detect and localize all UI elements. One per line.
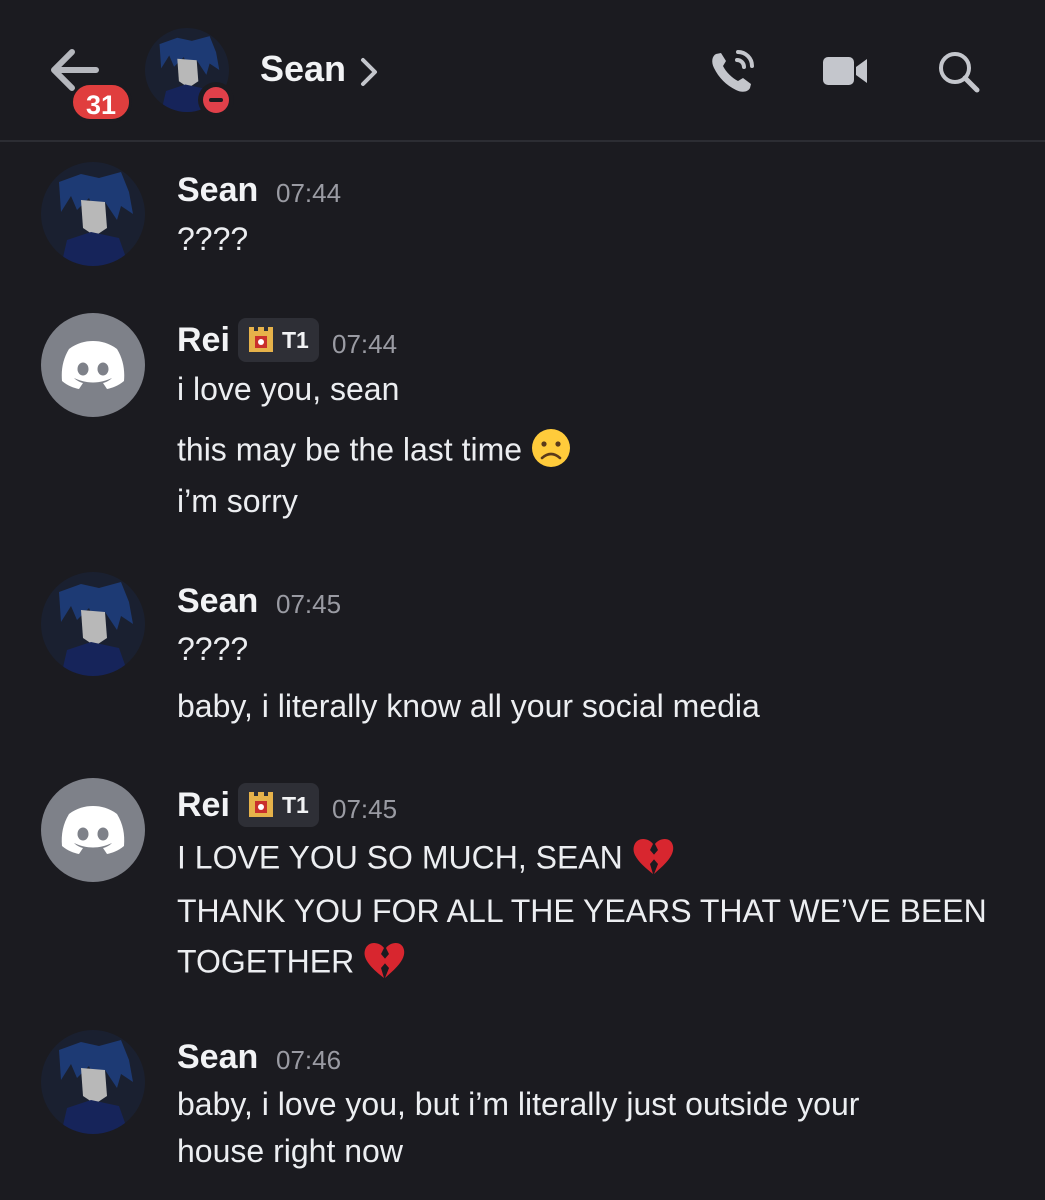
message-text: baby, i love you, but i’m literally just… [177, 1086, 860, 1122]
message-timestamp: 07:46 [276, 1045, 342, 1075]
avatar-sean[interactable] [41, 572, 145, 676]
unread-badge: 31 [70, 82, 132, 122]
message-text: i love you, sean [177, 371, 400, 407]
message-timestamp: 07:44 [332, 329, 398, 359]
message-author[interactable]: Sean [177, 171, 258, 210]
avatar-rei[interactable] [41, 778, 145, 882]
server-tag-label: T1 [282, 326, 309, 353]
server-tag-label: T1 [282, 791, 309, 818]
message-author[interactable]: Sean [177, 582, 258, 621]
chat-header: 31 Sean [0, 0, 1045, 142]
frowning-face-emoji [530, 427, 572, 477]
message-author[interactable]: Sean [177, 1038, 258, 1077]
discord-logo-icon [61, 806, 125, 854]
message-text-content: TOGETHER [177, 943, 355, 980]
message-text: I LOVE YOU SO MUCH, SEAN [177, 836, 675, 884]
message-text: i’m sorry [177, 483, 298, 519]
message-text: ???? [177, 221, 249, 257]
message-text-content: this may be the last time [177, 431, 523, 468]
castle-badge-icon [249, 792, 273, 817]
server-tag[interactable]: T1 [238, 783, 319, 827]
message-text: TOGETHER [177, 940, 406, 988]
message-author[interactable]: Rei [177, 786, 230, 825]
phone-call-icon[interactable] [708, 48, 758, 94]
message-text: THANK YOU FOR ALL THE YEARS THAT WE’VE B… [177, 893, 987, 929]
broken-heart-emoji [362, 940, 406, 988]
message-author[interactable]: Rei [177, 321, 230, 360]
search-icon[interactable] [935, 48, 985, 94]
message-text: ???? [177, 631, 249, 667]
message-timestamp: 07:45 [332, 794, 398, 824]
message-text: baby, i literally know all your social m… [177, 688, 760, 724]
message-timestamp: 07:44 [276, 178, 342, 208]
message-timestamp: 07:45 [276, 589, 342, 619]
video-camera-icon[interactable] [820, 48, 870, 94]
avatar-rei[interactable] [41, 313, 145, 417]
server-tag[interactable]: T1 [238, 318, 319, 362]
message-text: house right now [177, 1133, 403, 1169]
chevron-right-icon[interactable] [358, 56, 380, 88]
broken-heart-emoji [631, 836, 675, 884]
discord-logo-icon [61, 341, 125, 389]
avatar-sean[interactable] [41, 162, 145, 266]
do-not-disturb-status [198, 82, 234, 118]
castle-badge-icon [249, 327, 273, 352]
avatar-sean[interactable] [41, 1030, 145, 1134]
message-text: this may be the last time [177, 427, 572, 477]
contact-name[interactable]: Sean [260, 48, 346, 90]
message-text-content: I LOVE YOU SO MUCH, SEAN [177, 839, 623, 876]
